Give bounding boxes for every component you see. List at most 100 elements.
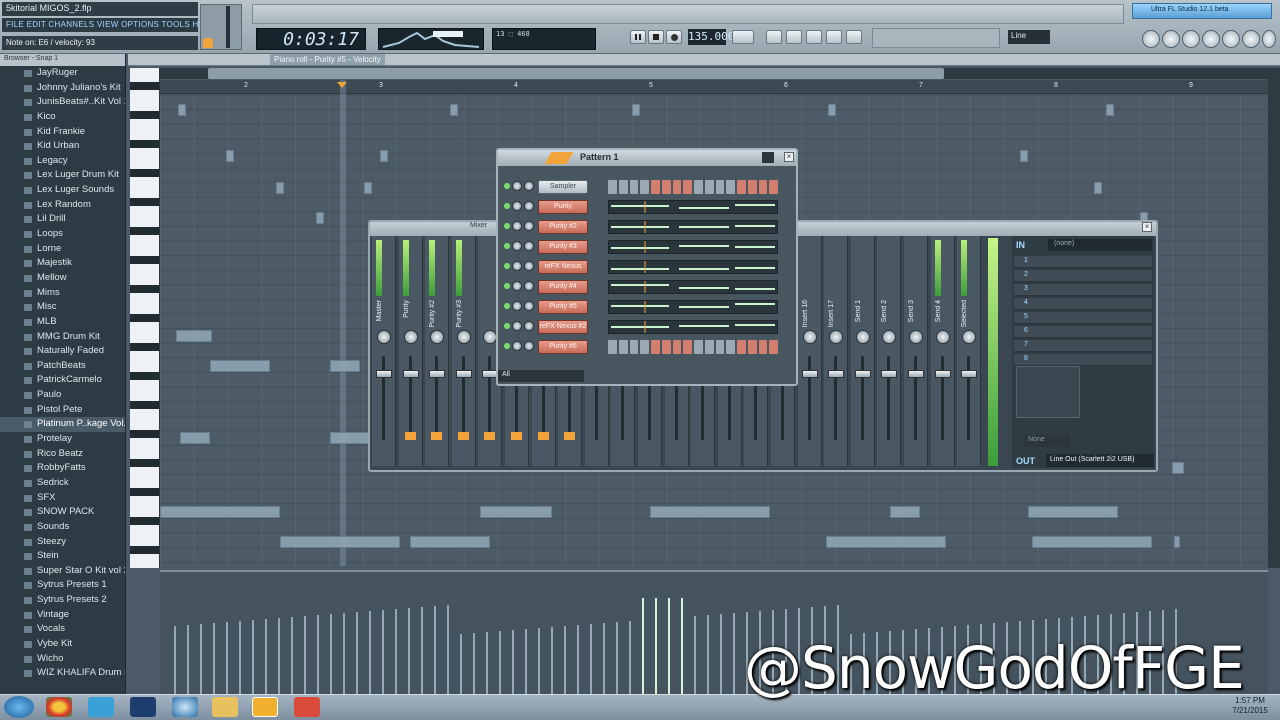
channel-button[interactable]: Purity #2 — [538, 220, 588, 234]
note[interactable] — [450, 104, 458, 116]
step-button[interactable] — [661, 180, 671, 194]
velocity-bar[interactable] — [291, 617, 293, 694]
pause-button[interactable] — [630, 30, 646, 44]
mixer-strip[interactable]: Insert 17 — [824, 236, 849, 466]
media-icon[interactable] — [294, 697, 320, 717]
note[interactable] — [276, 182, 284, 194]
channel-knob[interactable] — [512, 221, 522, 231]
pan-knob[interactable] — [403, 330, 418, 344]
channel-button[interactable]: Purity #4 — [538, 280, 588, 294]
browser-item[interactable]: MMG Drum Kit — [0, 330, 125, 345]
channel-button[interactable]: reFX Nexus #2 — [538, 320, 588, 334]
velocity-bar[interactable] — [174, 626, 176, 694]
note[interactable] — [1020, 150, 1028, 162]
mixer-strip[interactable]: Send 4 — [930, 236, 955, 466]
volume-fader[interactable] — [860, 356, 864, 440]
velocity-bar[interactable] — [460, 634, 462, 694]
channel-knob[interactable] — [512, 281, 522, 291]
browser-item[interactable]: Legacy — [0, 154, 125, 169]
help-icon[interactable] — [1262, 30, 1276, 48]
browser-item[interactable]: Protelay — [0, 432, 125, 447]
playlist-view-button[interactable] — [766, 30, 782, 44]
playhead[interactable] — [340, 80, 346, 566]
cpu-icon[interactable] — [1182, 30, 1200, 48]
note[interactable] — [160, 506, 280, 518]
master-volume-slider[interactable] — [226, 6, 230, 48]
step-button[interactable] — [618, 180, 628, 194]
note[interactable] — [1172, 462, 1184, 474]
folder-icon[interactable] — [212, 697, 238, 717]
volume-fader[interactable] — [408, 356, 412, 440]
pan-knob[interactable] — [430, 330, 445, 344]
note[interactable] — [1106, 104, 1114, 116]
browser-item[interactable]: JayRuger — [0, 66, 125, 81]
route-led[interactable] — [457, 432, 469, 440]
online-icon[interactable] — [1142, 30, 1160, 48]
mixer-strip[interactable]: Purity #2 — [425, 236, 450, 466]
note[interactable] — [364, 182, 372, 194]
step-button[interactable] — [715, 340, 725, 354]
channel-mute-led[interactable] — [504, 223, 510, 229]
mixer-close-icon[interactable]: × — [1142, 222, 1152, 232]
fader-cap[interactable] — [455, 370, 472, 378]
browser-item[interactable]: WIZ KHALIFA Drum Kit — [0, 666, 125, 681]
route-led[interactable] — [564, 432, 576, 440]
velocity-bar[interactable] — [317, 615, 319, 694]
mixer-strip[interactable]: Purity #3 — [451, 236, 476, 466]
recording-options[interactable] — [872, 28, 1000, 48]
step-button[interactable] — [608, 340, 617, 354]
channel-row[interactable]: Purity #4 — [500, 278, 794, 296]
channel-row[interactable]: Purity — [500, 198, 794, 216]
browser-item[interactable]: Sounds — [0, 520, 125, 535]
velocity-bar[interactable] — [629, 621, 631, 694]
fader-cap[interactable] — [376, 370, 392, 378]
mixer-view-button[interactable] — [826, 30, 842, 44]
stop-button[interactable] — [648, 30, 664, 44]
note[interactable] — [226, 150, 234, 162]
volume-fader[interactable] — [914, 356, 917, 440]
browser-item[interactable]: Vintage — [0, 608, 125, 623]
mixer-strip[interactable]: Send 1 — [850, 236, 875, 466]
channel-knob[interactable] — [524, 221, 534, 231]
note[interactable] — [178, 104, 186, 116]
volume-fader[interactable] — [834, 356, 838, 440]
velocity-bar[interactable] — [486, 632, 488, 694]
velocity-bar[interactable] — [616, 622, 618, 694]
settings-icon[interactable] — [1242, 30, 1260, 48]
channel-row[interactable]: Sampler — [500, 178, 794, 196]
velocity-bar[interactable] — [434, 606, 436, 694]
main-menu[interactable]: FILE EDIT CHANNELS VIEW OPTIONS TOOLS HE… — [2, 18, 198, 32]
route-led[interactable] — [484, 432, 496, 440]
browser-view-button[interactable] — [846, 30, 862, 44]
fader-cap[interactable] — [828, 370, 845, 378]
velocity-bar[interactable] — [512, 630, 514, 694]
note[interactable] — [1174, 536, 1180, 548]
channel-mute-led[interactable] — [504, 263, 510, 269]
browser-item[interactable]: Vocals — [0, 622, 125, 637]
browser-item[interactable]: Majestik — [0, 256, 125, 271]
channel-button[interactable]: reFX Nexus — [538, 260, 588, 274]
velocity-bar[interactable] — [733, 613, 735, 694]
vertical-scrollbar[interactable] — [1268, 68, 1280, 568]
step-button[interactable] — [704, 340, 714, 354]
browser-item[interactable]: Kid Frankie — [0, 125, 125, 140]
velocity-bar[interactable] — [707, 615, 709, 694]
velocity-bar[interactable] — [681, 598, 683, 694]
step-button[interactable] — [726, 340, 735, 354]
fx-slot[interactable]: 1 — [1014, 256, 1152, 268]
channel-mute-led[interactable] — [504, 343, 510, 349]
step-button[interactable] — [629, 180, 639, 194]
velocity-bar[interactable] — [551, 627, 553, 694]
volume-fader[interactable] — [807, 356, 811, 440]
velocity-bar[interactable] — [538, 628, 540, 694]
channel-button[interactable]: Purity — [538, 200, 588, 214]
step-view-icon[interactable] — [762, 152, 774, 163]
channel-knob[interactable] — [524, 241, 534, 251]
piano-roll-preview[interactable] — [608, 220, 778, 234]
pattern-title[interactable]: Pattern 1 — [580, 152, 619, 162]
step-button[interactable] — [737, 340, 746, 354]
browser-item[interactable]: Kico — [0, 110, 125, 125]
velocity-bar[interactable] — [655, 598, 657, 694]
eq-graph[interactable] — [1016, 366, 1080, 418]
step-button[interactable] — [651, 180, 660, 194]
